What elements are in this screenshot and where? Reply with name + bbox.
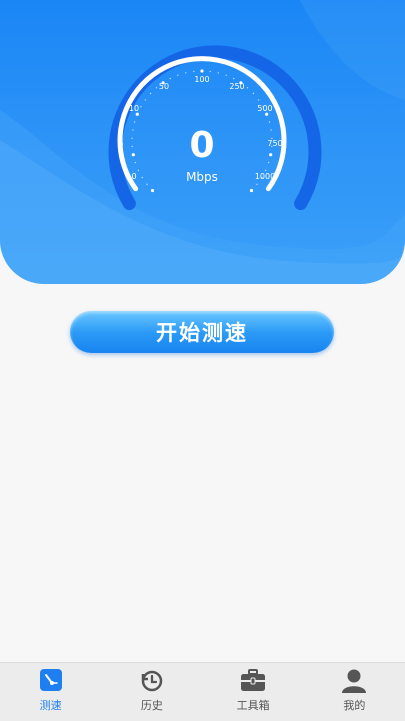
- gauge-tick: [144, 99, 147, 101]
- gauge-tick: [249, 188, 254, 193]
- gauge-tick: [233, 77, 235, 80]
- gauge-tick: [225, 74, 227, 77]
- gauge-tick: [264, 169, 267, 171]
- gauge-tick: [155, 87, 158, 89]
- gauge-tick: [140, 106, 142, 108]
- gauge-tick: [252, 92, 255, 95]
- tab-label: 我的: [343, 699, 366, 712]
- gauge-tick: [185, 72, 187, 74]
- tab-history[interactable]: 历史: [101, 663, 202, 721]
- gauge-tick: [146, 183, 148, 185]
- gauge-tick: [217, 72, 219, 74]
- gauge-tick: [246, 87, 249, 89]
- gauge-tick: [269, 153, 273, 157]
- tick-label-50: 50: [159, 82, 169, 91]
- start-test-button[interactable]: 开始测速: [70, 311, 334, 353]
- gauge-tick: [209, 70, 211, 73]
- tick-label-100: 100: [194, 75, 209, 84]
- gauge-tick: [137, 169, 140, 171]
- tab-label: 历史: [140, 699, 163, 712]
- tab-label: 工具箱: [236, 699, 270, 712]
- gauge-tick: [267, 161, 270, 164]
- tick-label-500: 500: [257, 104, 272, 113]
- gauge-tick: [257, 99, 260, 101]
- gauge-tick: [265, 112, 269, 116]
- tick-label-750: 750: [267, 139, 282, 148]
- gauge-tick: [133, 121, 136, 123]
- history-icon: [141, 670, 163, 692]
- tick-label-5: 5: [118, 139, 123, 148]
- gauge-tick: [193, 70, 195, 73]
- tick-label-1000: 1000: [255, 172, 275, 181]
- tick-label-0: 0: [131, 172, 136, 181]
- gauge-tick: [132, 129, 134, 131]
- gauge-tick: [270, 129, 272, 131]
- gauge-tick: [268, 121, 271, 123]
- gauge-tick: [177, 74, 179, 77]
- gauge-tick: [141, 176, 143, 179]
- gauge-tick: [135, 112, 139, 116]
- speed-gauge: 0 5 10 50 100 250 500 750 1000 0 Mbps: [108, 45, 322, 211]
- tick-label-250: 250: [229, 82, 244, 91]
- tab-speed-test[interactable]: 测速: [0, 663, 101, 721]
- tick-label-10: 10: [129, 104, 139, 113]
- speedometer-icon: [39, 669, 62, 691]
- bottom-tab-bar: 测速 历史 工具箱 我的: [0, 662, 405, 721]
- toolbox-icon: [241, 669, 266, 691]
- user-icon: [342, 669, 367, 693]
- gauge-tick: [134, 161, 137, 164]
- speed-value: 0: [189, 125, 214, 166]
- gauge-tick: [131, 137, 133, 139]
- gauge-tick: [131, 153, 135, 157]
- gauge-tick: [200, 69, 204, 73]
- tab-label: 测速: [39, 699, 62, 712]
- gauge-tick: [131, 145, 133, 148]
- gauge-tick: [149, 92, 152, 95]
- tab-profile[interactable]: 我的: [304, 663, 405, 721]
- hero-panel: 0 5 10 50 100 250 500 750 1000 0 Mbps: [0, 0, 405, 284]
- speed-unit: Mbps: [186, 170, 218, 184]
- gauge-tick: [169, 77, 171, 80]
- gauge-tick: [150, 188, 155, 193]
- gauge-tick: [256, 183, 258, 185]
- tab-toolbox[interactable]: 工具箱: [203, 663, 304, 721]
